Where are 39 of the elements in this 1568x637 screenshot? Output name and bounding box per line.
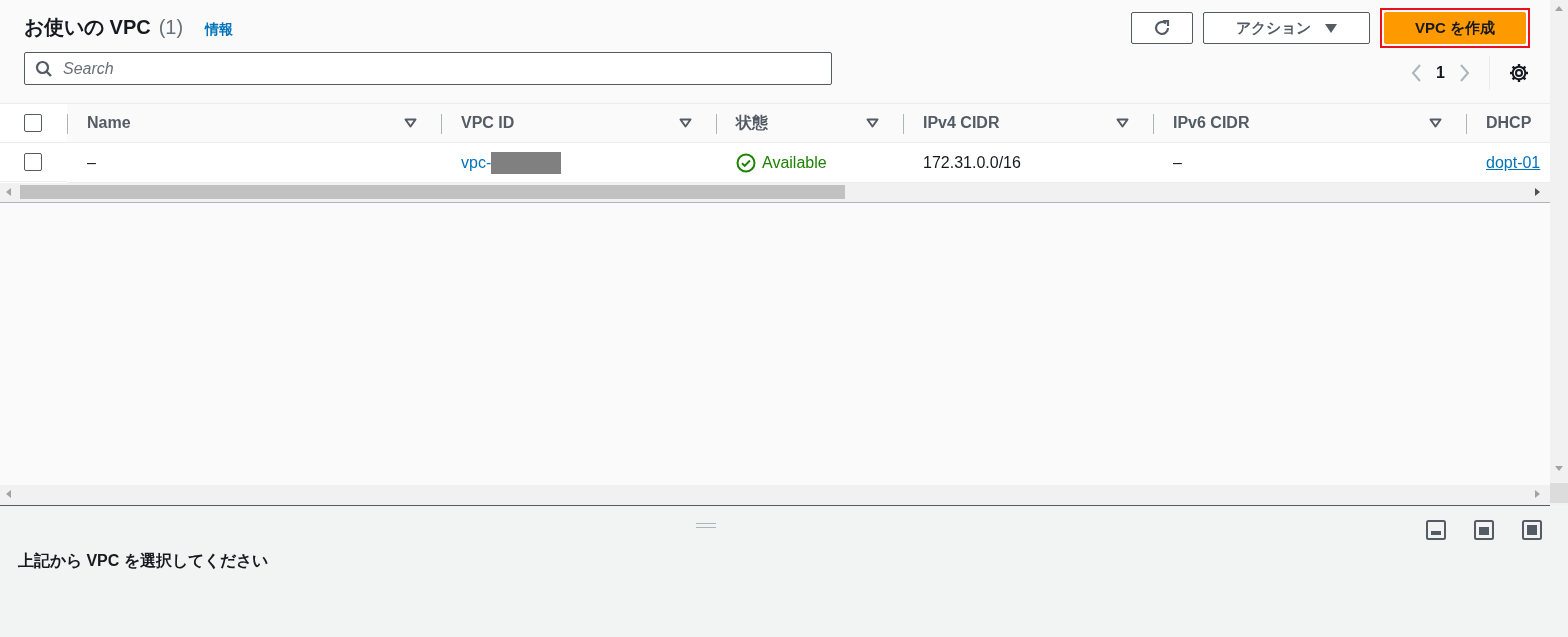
column-header[interactable]: VPC ID [461,114,515,132]
resize-handle[interactable] [696,523,716,528]
panel-full-icon[interactable] [1522,520,1542,540]
table-cell: – [1173,153,1182,172]
info-link[interactable]: 情報 [205,21,234,39]
search-icon [35,59,53,78]
filter-icon[interactable] [679,118,692,128]
redaction-bar [491,151,562,174]
caret-icon [1325,23,1337,33]
item-count: (1) [158,16,184,39]
checkbox[interactable] [24,114,42,132]
table-cell: – [87,153,96,172]
vpc-id-link[interactable]: vpc- [461,153,492,172]
panel-half-icon[interactable] [1474,520,1494,540]
filter-icon[interactable] [1116,118,1129,128]
filter-icon[interactable] [404,118,417,128]
refresh-button[interactable] [1131,12,1193,44]
search-field[interactable]: Search [24,52,832,85]
table-cell: 172.31.0.0/16 [923,153,1021,172]
refresh-icon [1152,18,1172,38]
panel-bottom-icon[interactable] [1426,520,1446,540]
checkbox[interactable] [24,153,42,171]
empty-selection-message: 上記から VPC を選択してください [18,551,268,571]
check-circle-icon [736,152,756,173]
dhcp-link[interactable]: dopt-01 [1486,153,1541,172]
column-header[interactable]: Name [87,114,131,132]
create-vpc-button[interactable]: VPC を作成 [1384,12,1526,44]
column-header[interactable]: 状態 [736,112,768,134]
page-number[interactable]: 1 [1436,64,1445,82]
status-text: Available [762,153,827,172]
filter-icon[interactable] [1429,118,1442,128]
scrollbar-corner [1550,483,1568,503]
search-input[interactable]: Search [61,58,821,79]
column-header[interactable]: IPv4 CIDR [923,114,1000,132]
column-header[interactable]: IPv6 CIDR [1173,114,1250,132]
actions-button[interactable]: アクション [1203,12,1370,44]
settings-icon[interactable] [1508,62,1530,84]
filter-icon[interactable] [866,118,879,128]
page-title: お使いの VPC [24,15,151,40]
